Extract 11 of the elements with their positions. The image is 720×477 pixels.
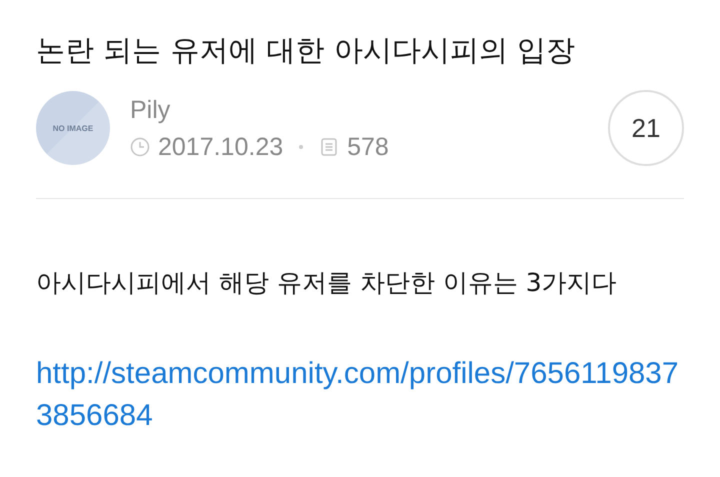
author-name: Pily [130,94,172,124]
profile-link[interactable]: http://steamcommunity.com/profiles/76561198373856684 [36,353,684,437]
comment-count-button[interactable]: 21 [608,90,684,166]
separator-dot [299,145,304,149]
post-date: 2017.10.23 [158,132,284,162]
body-text: 아시다시피에서 해당 유저를 차단한 이유는 3가지다 [36,267,618,299]
document-icon [319,137,340,157]
avatar-placeholder-text: NO IMAGE [52,124,94,132]
view-count: 578 [347,132,389,162]
post-title: 논란 되는 유저에 대한 아시다시피의 입장 [36,32,576,69]
clock-icon [130,137,150,157]
